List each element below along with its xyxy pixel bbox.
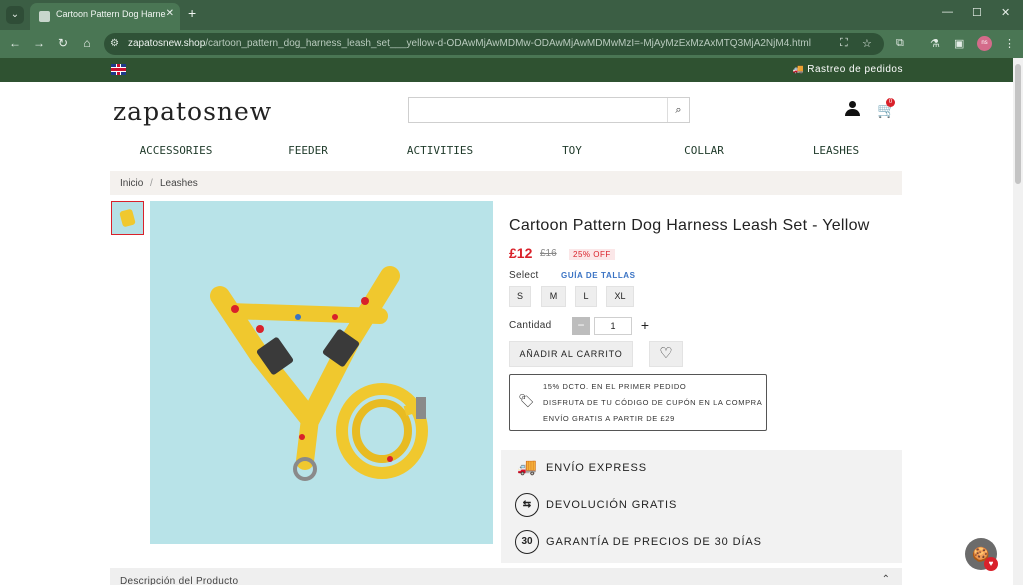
size-option-m[interactable]: M — [541, 286, 566, 307]
breadcrumb-separator: / — [150, 178, 153, 189]
quantity-decrease-button[interactable]: − — [572, 317, 590, 335]
extensions-icon[interactable]: ⧉ — [896, 37, 904, 50]
tab-close-icon[interactable]: ✕ — [166, 8, 174, 19]
breadcrumb: Inicio / Leashes — [110, 171, 902, 195]
promo-box: 🏷 15% DCTO. EN EL PRIMER PEDIDO DISFRUTA… — [509, 374, 767, 431]
home-icon[interactable]: ⌂ — [79, 36, 95, 50]
truck-icon: 🚚 — [792, 64, 805, 74]
size-option-xl[interactable]: XL — [606, 286, 634, 307]
page-scrollbar[interactable] — [1013, 58, 1023, 585]
size-option-l[interactable]: L — [575, 286, 597, 307]
promo-line-2: DISFRUTA DE TU CÓDIGO DE CUPÓN EN LA COM… — [543, 398, 763, 407]
site-info-icon[interactable]: ⚙ — [110, 38, 119, 49]
wishlist-heart-icon[interactable]: ♡ — [649, 341, 683, 367]
description-label: Descripción del Producto — [120, 576, 239, 585]
tab-search-menu-button[interactable]: ⌄ — [6, 6, 24, 24]
nav-accessories[interactable]: ACCESSORIES — [110, 144, 242, 157]
back-icon[interactable]: ← — [7, 36, 23, 50]
nav-leashes[interactable]: LEASHES — [770, 144, 902, 157]
quantity-increase-button[interactable]: + — [636, 317, 654, 335]
uk-flag-icon[interactable] — [111, 64, 126, 75]
search-icon[interactable]: ⌕ — [667, 98, 689, 122]
nav-feeder[interactable]: FEEDER — [242, 144, 374, 157]
search-input[interactable]: ⌕ — [408, 97, 690, 123]
promo-line-1: 15% DCTO. EN EL PRIMER PEDIDO — [543, 382, 687, 391]
nav-toy[interactable]: TOY — [506, 144, 638, 157]
quantity-input[interactable]: 1 — [594, 317, 632, 335]
cart-count-badge: 0 — [886, 98, 895, 107]
benefit-returns-label: DEVOLUCIÓN GRATIS — [546, 499, 678, 511]
size-option-s[interactable]: S — [509, 286, 531, 307]
current-price: £12 — [509, 245, 533, 261]
product-thumbnail[interactable] — [111, 201, 144, 235]
benefit-express: 🚚 ENVÍO EXPRESS — [501, 450, 902, 486]
quantity-label: Cantidad — [509, 320, 552, 331]
benefit-guarantee: 30 GARANTÍA DE PRECIOS DE 30 DÍAS — [501, 524, 902, 560]
site-header: zapatosnew ⌕ 🛒 0 — [0, 82, 1013, 142]
site-top-bar: 🚚 Rastreo de pedidos — [0, 58, 1013, 82]
size-guide-link[interactable]: GUÍA DE TALLAS — [561, 271, 636, 280]
breadcrumb-current[interactable]: Leashes — [160, 178, 198, 189]
translate-icon[interactable]: ⛶ — [840, 37, 848, 50]
size-select-label: Select — [509, 270, 539, 281]
address-bar[interactable]: ⚙ zapatosnew.shop/cartoon_pattern_dog_ha… — [104, 33, 884, 55]
bookmark-star-icon[interactable]: ☆ — [862, 37, 872, 50]
breadcrumb-home[interactable]: Inicio — [120, 178, 143, 189]
discount-badge: 25% OFF — [569, 249, 615, 260]
order-tracking-link[interactable]: 🚚 Rastreo de pedidos — [793, 64, 903, 75]
new-tab-button[interactable]: + — [188, 5, 196, 21]
thirty-days-icon: 30 — [515, 530, 539, 554]
product-description-accordion[interactable]: Descripción del Producto ⌃ — [110, 568, 902, 585]
side-panel-icon[interactable]: ▣ — [954, 37, 964, 50]
tab-favicon-icon — [39, 11, 50, 22]
delivery-truck-icon: 🚚 — [517, 459, 537, 476]
original-price: £16 — [540, 248, 557, 259]
page-viewport: 🚚 Rastreo de pedidos zapatosnew ⌕ 🛒 0 ACC… — [0, 58, 1023, 585]
browser-tab-bar: ⌄ Cartoon Pattern Dog Harness Le ✕ + — ☐… — [0, 0, 1023, 30]
browser-toolbar: ← → ↻ ⌂ ⚙ zapatosnew.shop/cartoon_patter… — [0, 30, 1023, 58]
site-logo[interactable]: zapatosnew — [113, 97, 272, 126]
return-arrows-icon: ⇆ — [515, 493, 539, 517]
labs-flask-icon[interactable]: ⚗ — [930, 37, 940, 50]
forward-icon[interactable]: → — [31, 36, 47, 50]
browser-tab-active[interactable]: Cartoon Pattern Dog Harness Le ✕ — [30, 3, 180, 30]
nav-activities[interactable]: ACTIVITIES — [374, 144, 506, 157]
window-close-icon[interactable]: ✕ — [1001, 6, 1010, 19]
benefit-returns: ⇆ DEVOLUCIÓN GRATIS — [501, 487, 902, 523]
chevron-up-icon[interactable]: ⌃ — [882, 574, 890, 585]
benefits-panel: 🚚 ENVÍO EXPRESS ⇆ DEVOLUCIÓN GRATIS 30 G… — [501, 450, 902, 563]
price-tag-icon: 🏷 — [518, 393, 535, 408]
account-icon[interactable] — [845, 101, 860, 117]
address-url[interactable]: zapatosnew.shop/cartoon_pattern_dog_harn… — [128, 38, 811, 49]
product-title: Cartoon Pattern Dog Harness Leash Set - … — [509, 217, 870, 234]
add-to-cart-button[interactable]: AÑADIR AL CARRITO — [509, 341, 633, 367]
maximize-icon[interactable]: ☐ — [972, 6, 982, 19]
minimize-icon[interactable]: — — [942, 6, 953, 18]
category-nav: ACCESSORIES FEEDER ACTIVITIES TOY COLLAR… — [110, 144, 902, 164]
promo-line-3: ENVÍO GRATIS A PARTIR DE £29 — [543, 414, 675, 423]
benefit-express-label: ENVÍO EXPRESS — [546, 462, 647, 474]
product-main-image[interactable] — [150, 201, 493, 544]
scrollbar-thumb[interactable] — [1015, 64, 1021, 184]
dog-harness-illustration — [150, 201, 493, 544]
profile-avatar[interactable]: ns — [977, 36, 992, 51]
browser-menu-icon[interactable]: ⋮ — [1004, 37, 1015, 50]
cookie-badge-icon: ♥ — [984, 557, 998, 571]
tab-title: Cartoon Pattern Dog Harness Le — [56, 9, 166, 19]
nav-collar[interactable]: COLLAR — [638, 144, 770, 157]
reload-icon[interactable]: ↻ — [55, 36, 71, 50]
benefit-guarantee-label: GARANTÍA DE PRECIOS DE 30 DÍAS — [546, 536, 762, 548]
product-info-panel: Cartoon Pattern Dog Harness Leash Set - … — [501, 201, 902, 445]
